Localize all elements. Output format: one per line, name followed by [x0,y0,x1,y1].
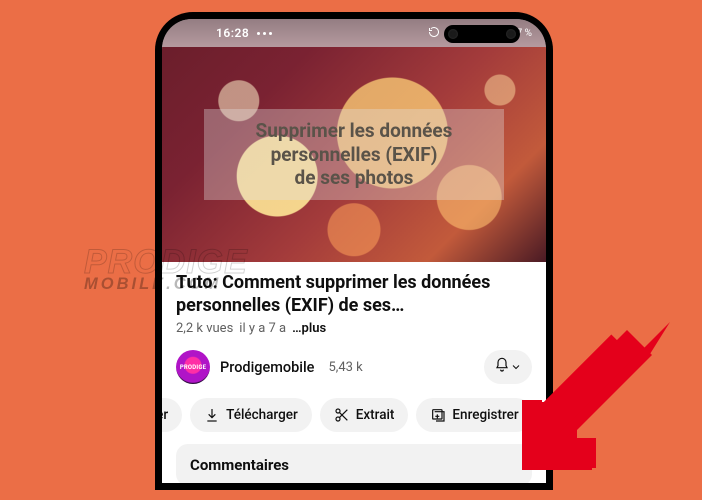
download-icon [204,407,220,423]
save-playlist-icon [430,407,446,423]
video-title[interactable]: Tuto: Comment supprimer les données pers… [176,272,532,317]
phone-frame: 16:28 4G 27 % [155,12,553,490]
overlay-line: de ses photos [212,166,496,190]
video-meta[interactable]: 2,2 k vues il y a 7 a …plus [176,321,532,336]
camera-cutout [444,25,520,43]
chip-label: Télécharger [226,407,298,423]
scissors-icon [334,407,350,423]
status-dots-icon [257,32,272,35]
screen: 16:28 4G 27 % [162,19,546,483]
channel-avatar[interactable]: PRODIGE [176,350,210,384]
overlay-line: Supprimer les données [212,119,496,143]
video-age: il y a 7 a [239,321,286,336]
bell-icon [494,357,510,377]
channel-row[interactable]: PRODIGE Prodigemobile 5,43 k [176,350,532,384]
comments-section[interactable]: Commentaires [176,444,532,483]
video-views: 2,2 k vues [176,321,233,336]
chip-label: Enregistrer [452,407,518,423]
status-bar: 16:28 4G 27 % [162,19,546,47]
overlay-line: personnelles (EXIF) [212,143,496,167]
more-link[interactable]: …plus [292,321,326,336]
chip-label: Extrait [356,407,395,423]
video-thumbnail[interactable]: Supprimer les données personnelles (EXIF… [162,47,546,262]
save-chip[interactable]: Enregistrer [416,398,532,432]
notification-bell-button[interactable] [484,350,532,384]
comments-title: Commentaires [190,456,518,474]
status-time: 16:28 [216,26,249,40]
channel-name[interactable]: Prodigemobile [220,359,314,376]
remix-chip[interactable]: ixer [162,398,182,432]
clip-chip[interactable]: Extrait [320,398,409,432]
chevron-down-icon [510,358,522,377]
thumbnail-text-overlay: Supprimer les données personnelles (EXIF… [204,109,504,200]
rotate-icon [428,26,440,41]
action-chips-row[interactable]: ixer Télécharger Extrait Enregistrer [162,398,546,432]
channel-subs: 5,43 k [328,360,362,375]
download-chip[interactable]: Télécharger [190,398,312,432]
chip-label: ixer [162,407,168,423]
